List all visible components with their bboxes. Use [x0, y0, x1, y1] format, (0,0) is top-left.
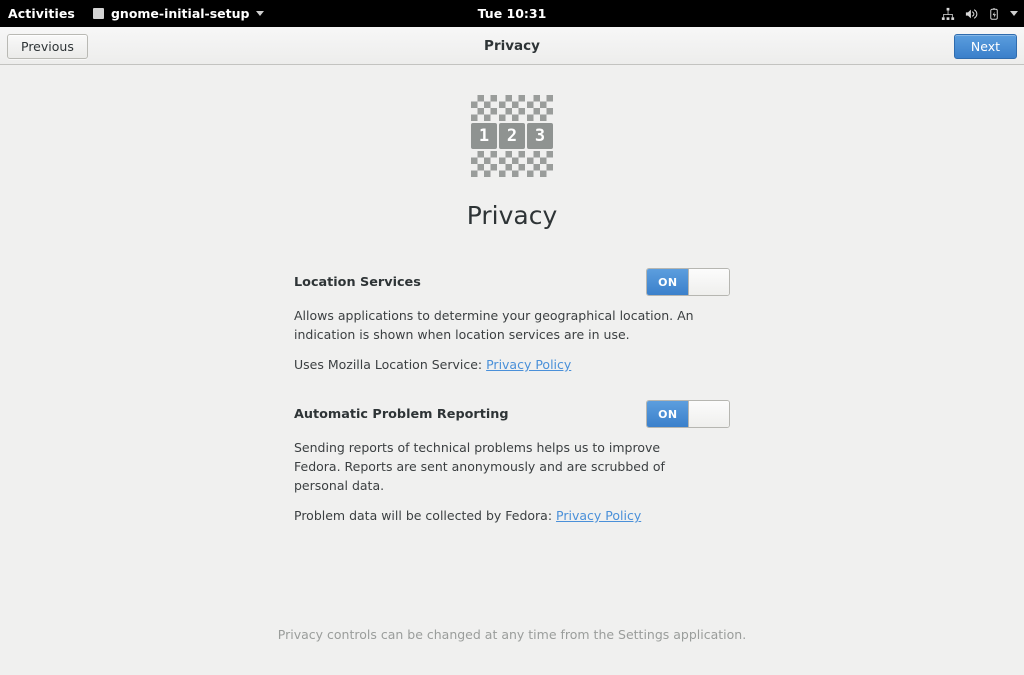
- problem-reporting-link-line: Problem data will be collected by Fedora…: [294, 508, 730, 523]
- previous-button[interactable]: Previous: [7, 34, 88, 59]
- gnome-top-bar: Activities gnome-initial-setup Tue 10:31: [0, 0, 1024, 27]
- checker-tile: [471, 95, 497, 121]
- toggle-knob[interactable]: [688, 269, 729, 295]
- privacy-page-content: 1 2 3 Privacy Location Services ON Allow…: [0, 65, 1024, 675]
- chevron-down-icon: [256, 11, 265, 16]
- volume-high-icon: [964, 7, 979, 21]
- problem-reporting-toggle[interactable]: ON: [646, 400, 730, 428]
- battery-charging-icon: [988, 7, 1001, 21]
- toggle-knob[interactable]: [688, 401, 729, 427]
- location-services-link-line: Uses Mozilla Location Service: Privacy P…: [294, 357, 730, 372]
- digit-box-2: 2: [499, 123, 525, 149]
- setting-group-location-services: Location Services ON Allows applications…: [294, 268, 730, 372]
- window-icon: [92, 8, 104, 19]
- privacy-123-icon: 1 2 3: [471, 95, 553, 177]
- checker-tile: [527, 95, 553, 121]
- next-button[interactable]: Next: [953, 34, 1017, 59]
- setting-row: Automatic Problem Reporting ON: [294, 400, 730, 428]
- app-menu-label: gnome-initial-setup: [110, 6, 250, 21]
- setting-group-problem-reporting: Automatic Problem Reporting ON Sending r…: [294, 400, 730, 523]
- link-prefix-text: Uses Mozilla Location Service:: [294, 357, 487, 372]
- chevron-down-icon: [1010, 11, 1018, 16]
- top-bar-left-group: Activities gnome-initial-setup: [0, 0, 272, 27]
- problem-reporting-description: Sending reports of technical problems he…: [294, 440, 665, 493]
- location-services-label: Location Services: [294, 275, 421, 290]
- checker-tile: [471, 151, 497, 177]
- privacy-settings-list: Location Services ON Allows applications…: [294, 268, 730, 523]
- setting-row: Location Services ON: [294, 268, 730, 296]
- location-services-description: Allows applications to determine your ge…: [294, 308, 694, 342]
- activities-button[interactable]: Activities: [0, 0, 85, 27]
- toggle-state-label: ON: [647, 401, 689, 427]
- problem-reporting-privacy-policy-link[interactable]: Privacy Policy: [556, 508, 641, 523]
- toggle-state-label: ON: [647, 269, 689, 295]
- network-wired-icon: [941, 7, 955, 21]
- hero-section: 1 2 3 Privacy: [0, 65, 1024, 230]
- problem-reporting-label: Automatic Problem Reporting: [294, 407, 509, 422]
- page-header-title: Privacy: [484, 37, 540, 54]
- app-menu-button[interactable]: gnome-initial-setup: [85, 0, 273, 27]
- checker-tile: [499, 95, 525, 121]
- location-privacy-policy-link[interactable]: Privacy Policy: [486, 357, 571, 372]
- footnote-text: Privacy controls can be changed at any t…: [277, 627, 747, 642]
- page-title: Privacy: [466, 201, 558, 230]
- digit-box-3: 3: [527, 123, 553, 149]
- checker-tile: [527, 151, 553, 177]
- system-status-area[interactable]: [941, 0, 1018, 27]
- link-prefix-text: Problem data will be collected by Fedora…: [294, 508, 557, 523]
- window-header-bar: Previous Privacy Next: [0, 27, 1024, 65]
- location-services-toggle[interactable]: ON: [646, 268, 730, 296]
- checker-tile: [499, 151, 525, 177]
- digit-box-1: 1: [471, 123, 497, 149]
